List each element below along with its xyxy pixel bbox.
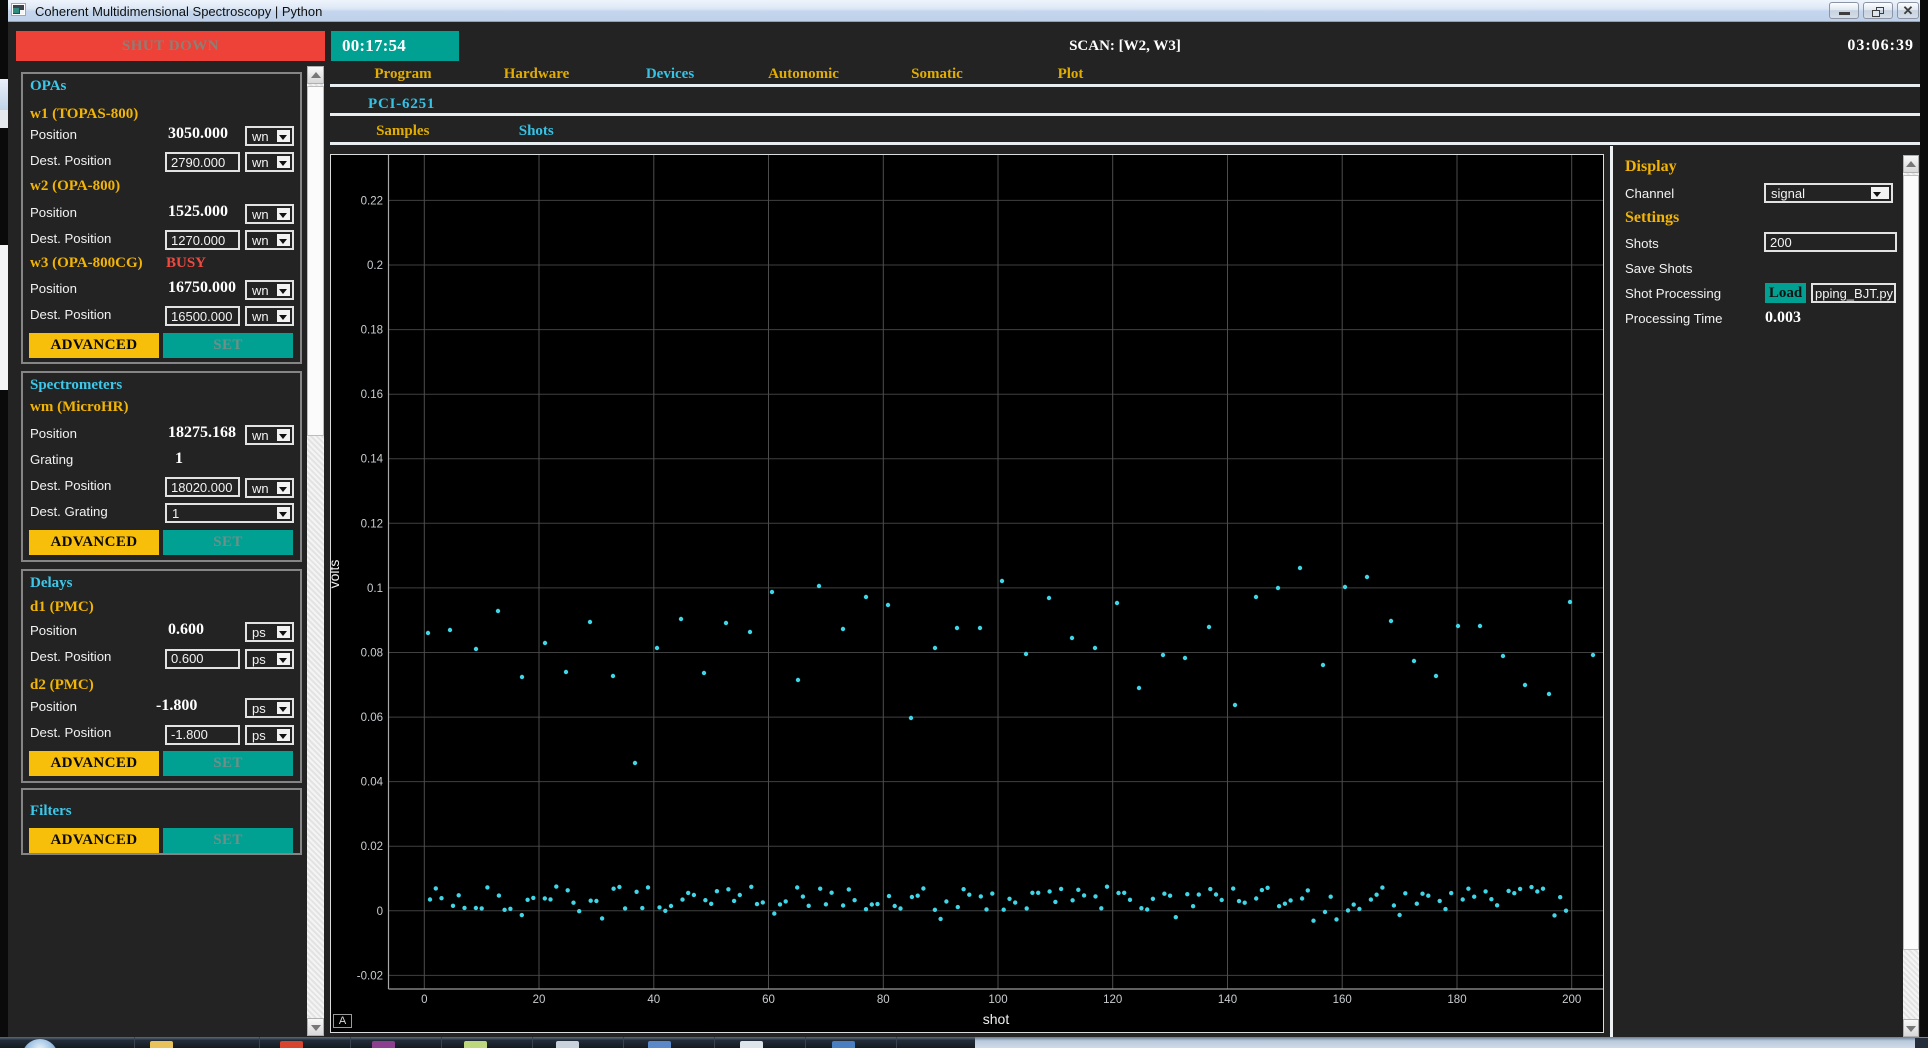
svg-text:0.04: 0.04 bbox=[361, 777, 384, 789]
svg-text:160: 160 bbox=[1333, 994, 1352, 1006]
svg-text:200: 200 bbox=[1562, 994, 1581, 1006]
svg-text:120: 120 bbox=[1103, 994, 1122, 1006]
svg-text:0.1: 0.1 bbox=[367, 583, 383, 595]
svg-text:0: 0 bbox=[421, 994, 427, 1006]
svg-text:60: 60 bbox=[762, 994, 775, 1006]
svg-text:volts: volts bbox=[331, 560, 342, 589]
svg-text:0.14: 0.14 bbox=[361, 454, 384, 466]
svg-text:40: 40 bbox=[647, 994, 660, 1006]
svg-text:0.2: 0.2 bbox=[367, 260, 383, 272]
svg-text:0.06: 0.06 bbox=[361, 712, 383, 724]
svg-text:0.18: 0.18 bbox=[361, 325, 383, 337]
svg-text:100: 100 bbox=[988, 994, 1007, 1006]
svg-text:180: 180 bbox=[1447, 994, 1466, 1006]
svg-text:80: 80 bbox=[877, 994, 890, 1006]
svg-text:0: 0 bbox=[377, 906, 383, 918]
svg-text:140: 140 bbox=[1218, 994, 1237, 1006]
svg-text:0.16: 0.16 bbox=[361, 389, 383, 401]
svg-text:shot: shot bbox=[983, 1011, 1010, 1027]
svg-text:0.22: 0.22 bbox=[361, 195, 383, 207]
svg-text:0.02: 0.02 bbox=[361, 841, 383, 853]
svg-text:0.08: 0.08 bbox=[361, 648, 383, 660]
svg-text:20: 20 bbox=[533, 994, 546, 1006]
svg-text:0.12: 0.12 bbox=[361, 518, 383, 530]
svg-text:-0.02: -0.02 bbox=[357, 970, 383, 982]
